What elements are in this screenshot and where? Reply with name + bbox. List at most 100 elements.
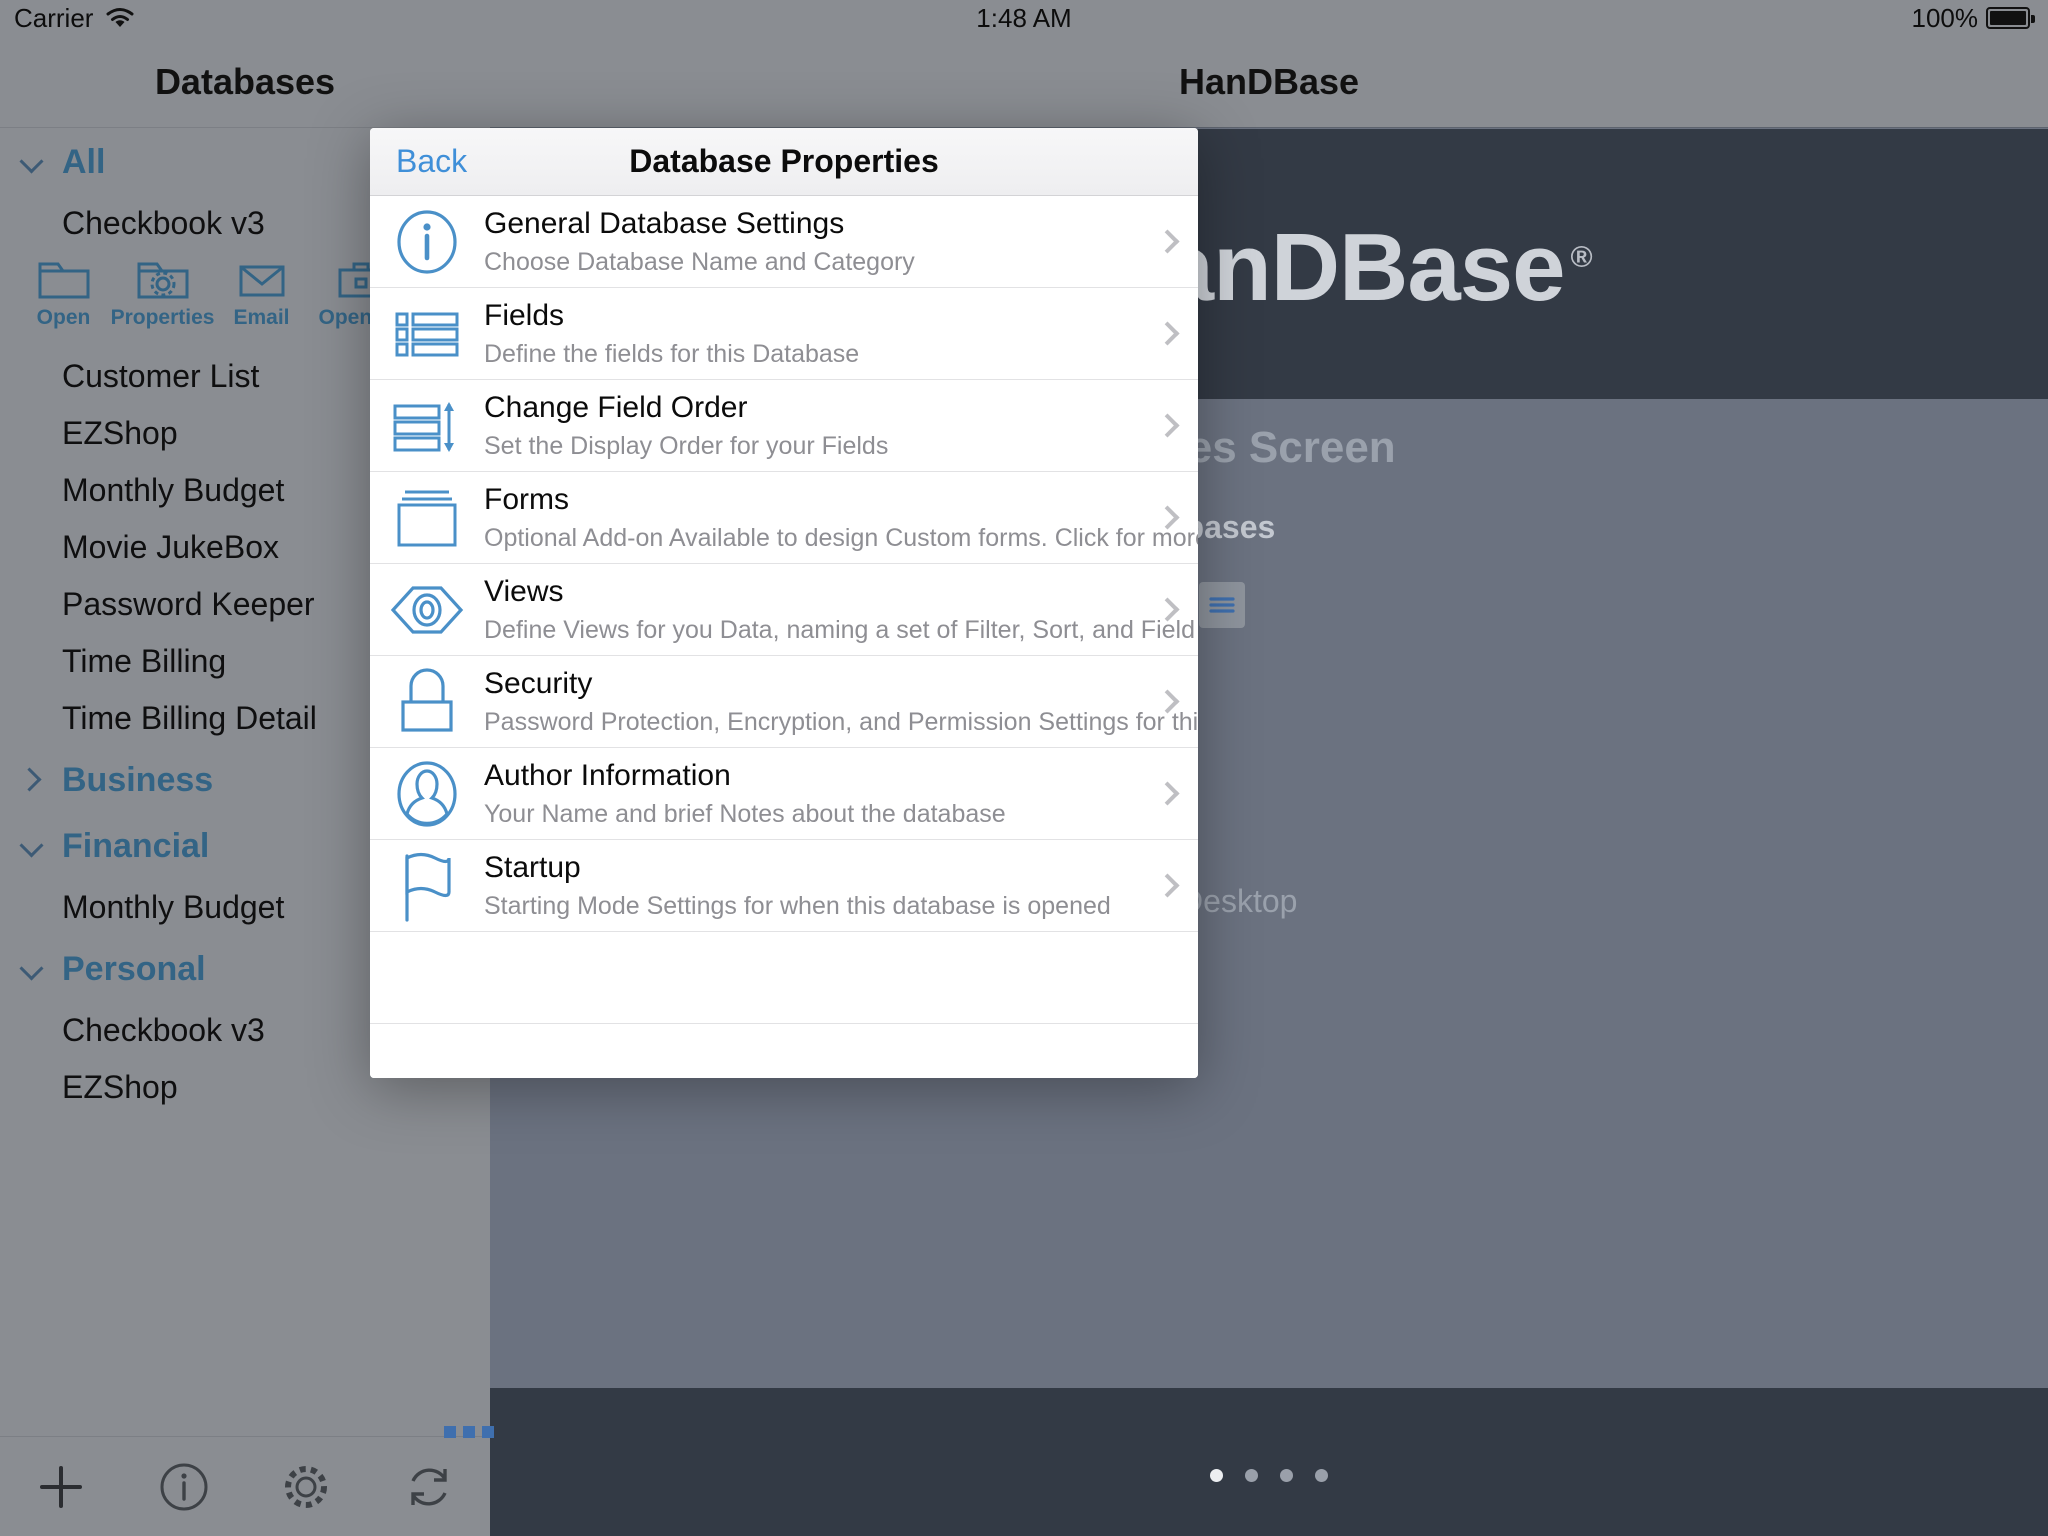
split-view-grip[interactable] [444, 1426, 494, 1438]
plus-icon [40, 1465, 83, 1508]
properties-list: General Database Settings Choose Databas… [370, 196, 1198, 1078]
person-icon [370, 748, 484, 839]
chevron-down-icon [10, 139, 56, 185]
row-text: Security Password Protection, Encryption… [484, 656, 1198, 747]
status-bar-right: 100% [1911, 0, 2035, 36]
properties-button-label: Properties [110, 306, 215, 329]
row-text: Fields Define the fields for this Databa… [484, 288, 1198, 379]
row-startup[interactable]: Startup Starting Mode Settings for when … [370, 840, 1198, 932]
row-views[interactable]: Views Define Views for you Data, naming … [370, 564, 1198, 656]
category-label: All [62, 142, 106, 181]
settings-button[interactable] [245, 1437, 368, 1536]
page-title: Databases [154, 60, 336, 102]
list-filler-row [370, 1024, 1198, 1078]
list-fields-icon [370, 288, 484, 379]
row-text: Change Field Order Set the Display Order… [484, 380, 1198, 471]
info-icon [160, 1463, 208, 1510]
row-title: Change Field Order [484, 390, 748, 424]
chevron-right-icon [1155, 472, 1180, 563]
category-label: Business [62, 760, 214, 799]
chevron-right-icon [1155, 380, 1180, 471]
battery-percent-label: 100% [1911, 3, 1979, 33]
app-title: HanDBase [1178, 60, 1360, 102]
email-button-label: Email [233, 306, 290, 329]
row-title: Startup [484, 850, 581, 884]
row-title: Forms [484, 482, 569, 516]
database-properties-modal: Back Database Properties General Databas… [370, 128, 1198, 1078]
chevron-right-icon [1155, 748, 1180, 839]
info-button[interactable] [123, 1437, 246, 1536]
row-subtitle: Starting Mode Settings for when this dat… [484, 892, 1111, 921]
row-subtitle: Optional Add-on Available to design Cust… [484, 524, 1198, 553]
reorder-arrows-icon [370, 380, 484, 471]
back-button[interactable]: Back [396, 143, 467, 180]
row-general-database-settings[interactable]: General Database Settings Choose Databas… [370, 196, 1198, 288]
folder-gear-icon [136, 258, 190, 302]
status-bar: Carrier 1:48 AM 100% [0, 0, 2048, 36]
row-subtitle: Choose Database Name and Category [484, 248, 915, 277]
row-title: Fields [484, 298, 565, 332]
lock-icon [370, 656, 484, 747]
add-database-button[interactable] [0, 1437, 123, 1536]
page-dot-1[interactable] [1210, 1469, 1223, 1482]
category-label: Financial [62, 826, 210, 865]
folder-icon [37, 258, 91, 302]
envelope-icon [235, 258, 289, 302]
row-subtitle: Set the Display Order for your Fields [484, 432, 889, 461]
open-button[interactable]: Open [14, 258, 113, 330]
row-subtitle: Password Protection, Encryption, and Per… [484, 708, 1198, 737]
row-text: Forms Optional Add-on Available to desig… [484, 472, 1198, 563]
master-bottom-toolbar [0, 1436, 490, 1536]
row-title: Author Information [484, 758, 731, 792]
page-indicator[interactable] [490, 1469, 2048, 1482]
row-text: Startup Starting Mode Settings for when … [484, 840, 1198, 931]
row-fields[interactable]: Fields Define the fields for this Databa… [370, 288, 1198, 380]
detail-nav-bar: HanDBase [490, 36, 2048, 128]
row-change-field-order[interactable]: Change Field Order Set the Display Order… [370, 380, 1198, 472]
modal-nav-bar: Back Database Properties [370, 128, 1198, 196]
gear-icon [285, 1465, 328, 1508]
chevron-right-icon [1155, 656, 1180, 747]
status-bar-time: 1:48 AM [976, 3, 1072, 33]
row-title: General Database Settings [484, 206, 845, 240]
chevron-right-icon [1155, 564, 1180, 655]
hamburger-menu-icon[interactable] [1199, 582, 1246, 628]
row-subtitle: Define the fields for this Database [484, 340, 860, 369]
row-title: Security [484, 666, 593, 700]
registered-mark: ® [1570, 241, 1593, 274]
row-security[interactable]: Security Password Protection, Encryption… [370, 656, 1198, 748]
row-forms[interactable]: Forms Optional Add-on Available to desig… [370, 472, 1198, 564]
row-text: General Database Settings Choose Databas… [484, 196, 1198, 287]
page-dot-3[interactable] [1280, 1469, 1293, 1482]
sync-icon [411, 1468, 447, 1505]
properties-button[interactable]: Properties [110, 258, 215, 330]
row-author-information[interactable]: Author Information Your Name and brief N… [370, 748, 1198, 840]
page-dot-4[interactable] [1315, 1469, 1328, 1482]
forms-stack-icon [370, 472, 484, 563]
sync-button[interactable] [368, 1437, 491, 1536]
screen-root: Carrier 1:48 AM 100% Databases All Check… [0, 0, 2048, 1536]
chevron-right-icon [1155, 196, 1180, 287]
info-circle-icon [370, 196, 484, 287]
chevron-down-icon [10, 823, 56, 869]
master-nav-bar: Databases [0, 36, 490, 128]
chevron-right-icon [1155, 840, 1180, 931]
detail-footer [490, 1388, 2048, 1536]
chevron-right-icon [10, 757, 56, 803]
row-text: Views Define Views for you Data, naming … [484, 564, 1198, 655]
flag-icon [370, 840, 484, 931]
eye-icon [370, 564, 484, 655]
open-button-label: Open [36, 306, 91, 329]
row-subtitle: Your Name and brief Notes about the data… [484, 800, 1006, 829]
chevron-down-icon [10, 946, 56, 992]
row-text: Author Information Your Name and brief N… [484, 748, 1198, 839]
page-dot-2[interactable] [1245, 1469, 1258, 1482]
list-filler-row [370, 932, 1198, 1024]
category-label: Personal [62, 949, 206, 988]
row-subtitle: Define Views for you Data, naming a set … [484, 616, 1198, 645]
email-button[interactable]: Email [212, 258, 311, 330]
row-title: Views [484, 574, 564, 608]
battery-full-icon [1986, 7, 2035, 29]
chevron-right-icon [1155, 288, 1180, 379]
modal-title: Database Properties [629, 143, 939, 179]
